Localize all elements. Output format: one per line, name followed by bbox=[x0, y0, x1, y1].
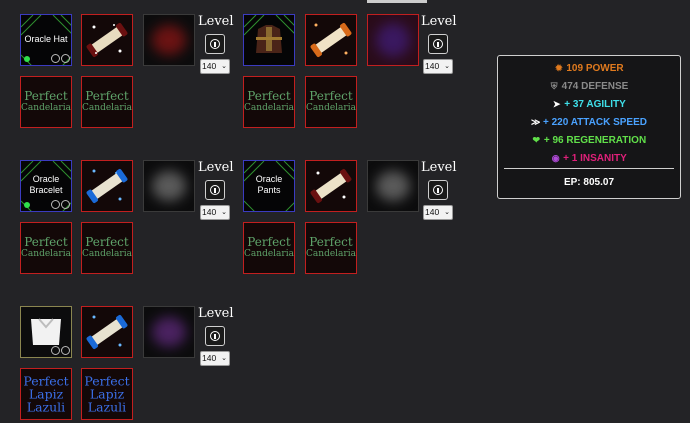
gem-slot-perfect-candelaria[interactable]: Perfect Candelaria bbox=[81, 222, 133, 274]
stats-divider bbox=[504, 168, 674, 169]
attack-speed-icon: ≫ bbox=[530, 117, 541, 127]
chevron-down-icon: ⌄ bbox=[221, 63, 227, 70]
level-label: Level bbox=[198, 160, 234, 175]
gem-slot-perfect-candelaria[interactable]: Perfect Candelaria bbox=[81, 76, 133, 128]
power-icon: ✹ bbox=[555, 63, 563, 73]
blurred-rune-icon bbox=[376, 171, 410, 201]
level-control: Level 140 ⌄ bbox=[198, 160, 234, 220]
level-select[interactable]: 140 ⌄ bbox=[200, 205, 230, 220]
gem-slot-perfect-candelaria[interactable]: Perfect Candelaria bbox=[243, 222, 295, 274]
agility-icon: ➤ bbox=[552, 99, 561, 109]
level-label: Level bbox=[198, 306, 234, 321]
rune-slot[interactable] bbox=[367, 14, 419, 66]
scroll-icon bbox=[310, 169, 352, 203]
ep-value: EP: 805.07 bbox=[563, 177, 615, 188]
chest-armor-slot[interactable] bbox=[243, 14, 295, 66]
level-label: Level bbox=[421, 160, 457, 175]
info-button[interactable] bbox=[205, 180, 225, 200]
top-edge-fragment bbox=[367, 0, 427, 3]
info-button[interactable] bbox=[428, 180, 448, 200]
regeneration-icon: ❤ bbox=[532, 135, 541, 145]
gem-slot-perfect-candelaria[interactable]: Perfect Candelaria bbox=[20, 222, 72, 274]
stat-defense: ⛨ 474 DEFENSE bbox=[550, 81, 629, 92]
info-button[interactable] bbox=[205, 326, 225, 346]
equipped-indicator bbox=[24, 202, 30, 208]
info-button[interactable] bbox=[428, 34, 448, 54]
blurred-rune-icon bbox=[152, 171, 186, 201]
stat-insanity: ◉ + 1 INSANITY bbox=[551, 153, 627, 164]
oracle-bracelet-slot[interactable]: Oracle Bracelet bbox=[20, 160, 72, 212]
gem-slot-perfect-lapiz-lazuli[interactable]: Perfect Lapiz Lazuli bbox=[20, 368, 72, 420]
eye-icon: ◉ bbox=[551, 153, 560, 163]
shield-icon: ⛨ bbox=[550, 81, 558, 91]
level-label: Level bbox=[421, 14, 457, 29]
gem-slot-icon bbox=[61, 54, 70, 63]
level-select[interactable]: 140 ⌄ bbox=[423, 205, 453, 220]
oracle-hat-slot[interactable]: Oracle Hat bbox=[20, 14, 72, 66]
gem-slot-icon bbox=[51, 346, 60, 355]
chevron-down-icon: ⌄ bbox=[221, 355, 227, 362]
scroll-icon bbox=[86, 23, 128, 57]
level-control: Level 140 ⌄ bbox=[421, 14, 457, 74]
scroll-icon bbox=[86, 315, 128, 349]
gem-slot-icon bbox=[51, 54, 60, 63]
equipment-name: Oracle Hat bbox=[24, 33, 68, 44]
rune-slot[interactable] bbox=[367, 160, 419, 212]
gem-slot-perfect-candelaria[interactable]: Perfect Candelaria bbox=[305, 222, 357, 274]
scroll-icon bbox=[86, 169, 128, 203]
chevron-down-icon: ⌄ bbox=[221, 209, 227, 216]
stat-agility: ➤ + 37 AGILITY bbox=[552, 99, 626, 110]
gem-slot-perfect-candelaria[interactable]: Perfect Candelaria bbox=[243, 76, 295, 128]
level-control: Level 140 ⌄ bbox=[198, 306, 234, 366]
blurred-rune-icon bbox=[152, 317, 186, 347]
scroll-icon bbox=[310, 23, 352, 57]
level-control: Level 140 ⌄ bbox=[198, 14, 234, 74]
level-select[interactable]: 140 ⌄ bbox=[200, 59, 230, 74]
gem-slot-perfect-candelaria[interactable]: Perfect Candelaria bbox=[20, 76, 72, 128]
gem-slot-icon bbox=[61, 346, 70, 355]
level-select[interactable]: 140 ⌄ bbox=[423, 59, 453, 74]
gem-slot-perfect-candelaria[interactable]: Perfect Candelaria bbox=[305, 76, 357, 128]
scroll-slot[interactable] bbox=[305, 14, 357, 66]
blurred-rune-icon bbox=[152, 25, 186, 55]
level-select[interactable]: 140 ⌄ bbox=[200, 351, 230, 366]
scroll-slot[interactable] bbox=[81, 306, 133, 358]
chevron-down-icon: ⌄ bbox=[444, 209, 450, 216]
chevron-down-icon: ⌄ bbox=[444, 63, 450, 70]
stat-power: ✹ 109 POWER bbox=[555, 63, 624, 74]
stat-attack-speed: ≫ + 220 ATTACK SPEED bbox=[530, 117, 647, 128]
equipment-name: Oracle Pants bbox=[255, 173, 283, 195]
stats-panel: ✹ 109 POWER ⛨ 474 DEFENSE ➤ + 37 AGILITY ≫ +… bbox=[497, 55, 681, 199]
rune-slot[interactable] bbox=[143, 14, 195, 66]
gem-slot-icon bbox=[61, 200, 70, 209]
level-control: Level 140 ⌄ bbox=[421, 160, 457, 220]
level-label: Level bbox=[198, 14, 234, 29]
cape-slot[interactable] bbox=[20, 306, 72, 358]
gem-slot-perfect-lapiz-lazuli[interactable]: Perfect Lapiz Lazuli bbox=[81, 368, 133, 420]
info-button[interactable] bbox=[205, 34, 225, 54]
chest-armor-icon bbox=[256, 25, 282, 53]
blurred-rune-icon bbox=[376, 23, 410, 57]
scroll-slot[interactable] bbox=[81, 14, 133, 66]
stat-regeneration: ❤ + 96 REGENERATION bbox=[532, 135, 647, 146]
scroll-slot[interactable] bbox=[305, 160, 357, 212]
gem-slot-icon bbox=[51, 200, 60, 209]
rune-slot[interactable] bbox=[143, 306, 195, 358]
equipped-indicator bbox=[24, 56, 30, 62]
oracle-pants-slot[interactable]: Oracle Pants bbox=[243, 160, 295, 212]
scroll-slot[interactable] bbox=[81, 160, 133, 212]
equipment-name: Oracle Bracelet bbox=[29, 173, 63, 195]
rune-slot[interactable] bbox=[143, 160, 195, 212]
